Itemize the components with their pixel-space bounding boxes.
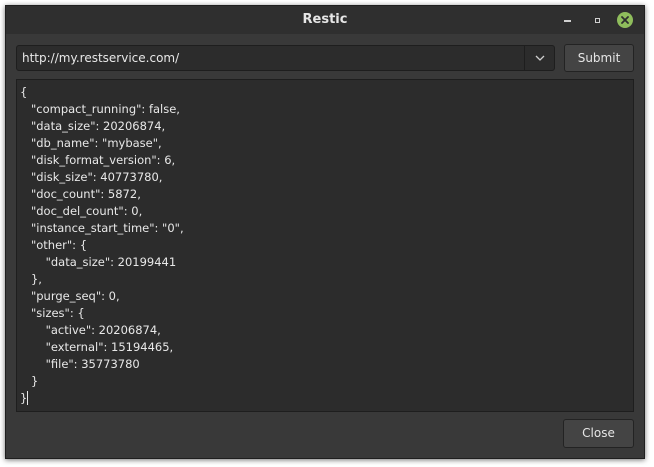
title-bar[interactable]: Restic [6,6,644,34]
json-line: { [20,85,28,99]
json-line: "doc_del_count": 0, [20,204,143,218]
json-line: "data_size": 20206874, [20,119,166,133]
json-line: "other": { [20,238,88,252]
json-line: "file": 35773780 [20,357,140,371]
close-icon [617,12,633,28]
json-line: "purge_seq": 0, [20,289,120,303]
chevron-down-icon [535,55,544,61]
json-line: "doc_count": 5872, [20,187,141,201]
window-title: Restic [302,12,348,27]
json-line: "compact_running": false, [20,102,180,116]
json-line-last: } [20,390,29,407]
json-line: "data_size": 20199441 [20,255,177,269]
json-line: "external": 15194465, [20,340,174,354]
json-line: }, [20,272,42,286]
url-combobox[interactable]: http://my.restservice.com/ [16,45,555,71]
json-line: "active": 20206874, [20,323,161,337]
close-button[interactable]: Close [563,419,634,448]
json-line: "disk_format_version": 6, [20,153,176,167]
json-line: "instance_start_time": "0", [20,221,184,235]
json-line: "db_name": "mybase", [20,136,162,150]
minimize-button[interactable] [559,12,575,28]
restore-icon [594,17,600,23]
url-dropdown-button[interactable] [524,46,554,70]
json-line: } [20,391,28,405]
restore-button[interactable] [589,12,605,28]
restic-window: Restic http://my.restservice.com/ Submit… [5,5,645,459]
json-line: } [20,374,39,388]
url-input[interactable]: http://my.restservice.com/ [22,46,179,70]
minimize-icon [563,20,571,22]
json-line: "disk_size": 40773780, [20,170,163,184]
text-cursor [27,391,29,405]
json-line: "sizes": { [20,306,85,320]
response-text-area[interactable]: { "compact_running": false, "data_size":… [16,79,634,412]
submit-button[interactable]: Submit [564,44,634,72]
window-close-button[interactable] [616,11,634,29]
